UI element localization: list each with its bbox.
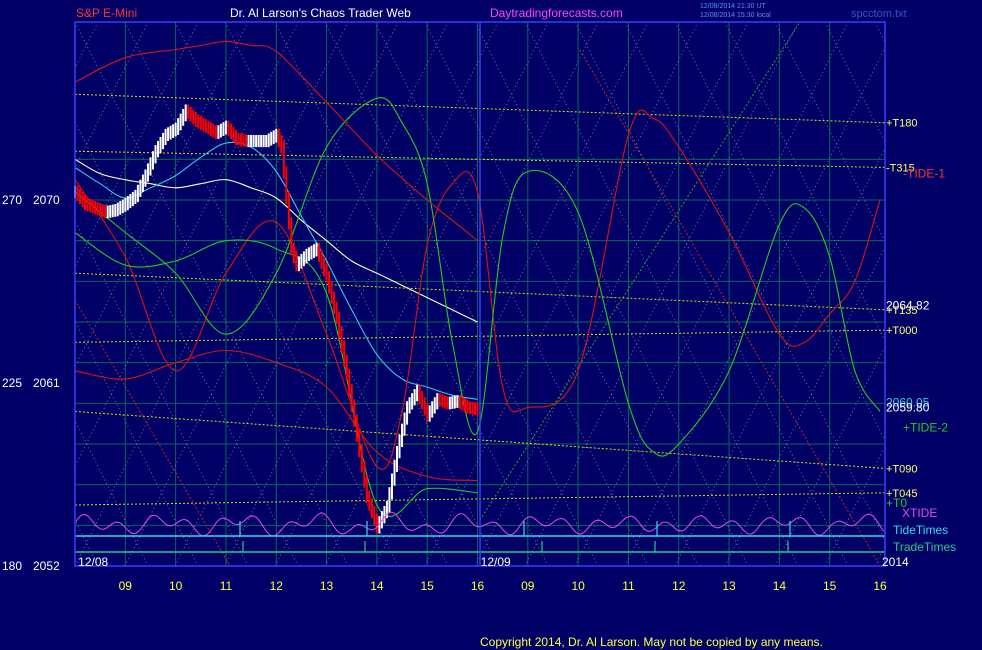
copyright-notice: Copyright 2014, Dr. Al Larson. May not b… — [480, 635, 823, 649]
date-label: 12/08 — [78, 555, 108, 569]
x-tick-label: 16 — [471, 579, 485, 593]
x-tick-label: 09 — [119, 579, 133, 593]
x-tick-label: 14 — [773, 579, 787, 593]
y-axis-angle-label: 180 — [2, 559, 22, 573]
y-axis-angle-label: 225 — [2, 376, 22, 390]
tide-level-label: +T180 — [886, 118, 918, 130]
x-tick-label: 11 — [622, 579, 635, 593]
right-axis-label: 2059.80 — [886, 400, 930, 414]
y-axis-price-label: 2052 — [33, 559, 60, 573]
symbol-title: S&P E-Mini — [76, 6, 137, 20]
time-stamp-local: 12/08/2014 15:30 local — [700, 12, 771, 19]
date-label: 2014 — [882, 555, 909, 569]
y-axis-angle-label: 270 — [2, 193, 22, 207]
date-label: 12/09 — [481, 555, 511, 569]
x-tick-label: 16 — [873, 579, 887, 593]
x-tick-label: 13 — [320, 579, 334, 593]
indicator-label: TradeTimes — [893, 540, 956, 554]
x-tick-label: 12 — [672, 579, 686, 593]
tide-level-label: +T090 — [886, 463, 918, 475]
data-file-name: spcctom.txt — [851, 8, 907, 20]
chaos-trader-chart: +T180-T315+T135+T000+T090+T045 270 207022… — [0, 0, 982, 650]
indicator-label: TideTimes — [893, 523, 948, 537]
tide-level-label: +T000 — [886, 325, 918, 337]
site-url: Daytradingforecasts.com — [490, 6, 623, 20]
x-tick-label: 15 — [823, 579, 837, 593]
x-tick-label: 11 — [220, 579, 233, 593]
y-axis-price-label: 2070 — [33, 193, 60, 207]
x-tick-label: 09 — [521, 579, 535, 593]
indicator-label: XTIDE — [902, 506, 937, 520]
x-tick-label: 10 — [571, 579, 585, 593]
right-axis-label: +TIDE-2 — [903, 421, 948, 435]
right-axis-label: -TIDE-1 — [903, 167, 945, 181]
x-tick-label: 15 — [421, 579, 435, 593]
x-tick-label: 14 — [370, 579, 384, 593]
x-tick-label: 12 — [270, 579, 284, 593]
x-tick-label: 13 — [722, 579, 736, 593]
right-axis-label: 2064.82 — [886, 298, 930, 312]
y-axis-price-label: 2061 — [33, 376, 60, 390]
time-stamp-ut: 12/08/2014 21:30 UT — [700, 3, 766, 10]
site-title: Dr. Al Larson's Chaos Trader Web — [230, 6, 411, 20]
x-tick-label: 10 — [169, 579, 183, 593]
